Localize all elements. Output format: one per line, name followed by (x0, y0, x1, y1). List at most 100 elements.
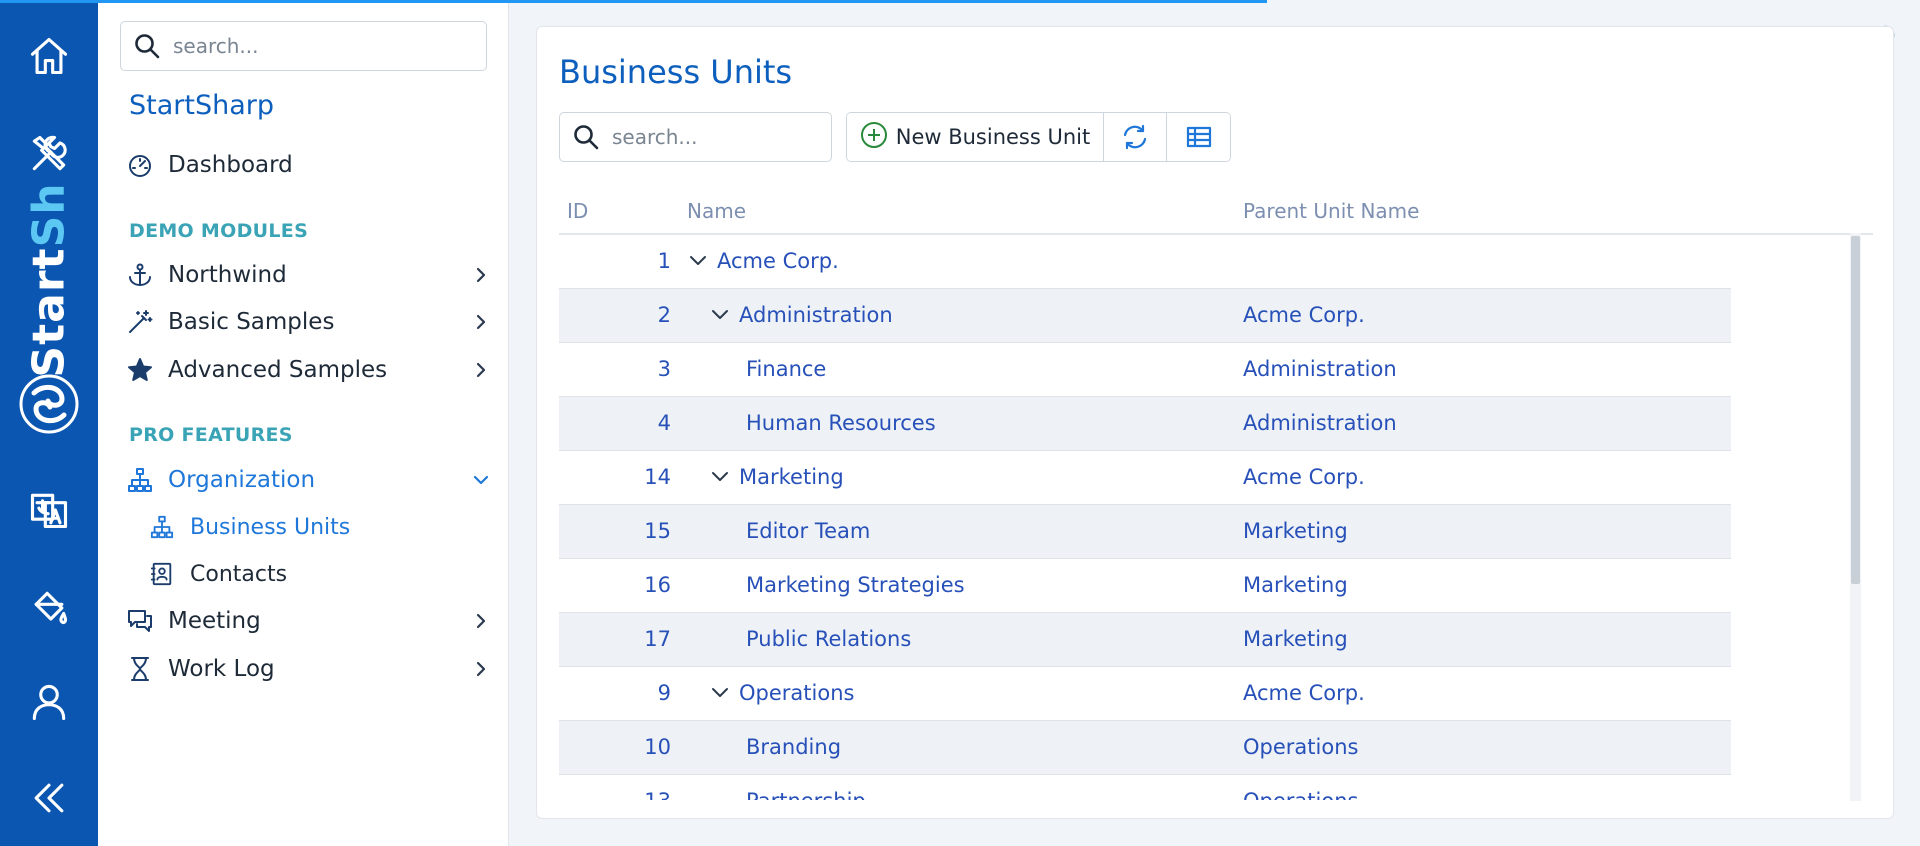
user-icon (32, 684, 66, 721)
tree-toggle-chevron-down-icon[interactable] (687, 249, 711, 273)
new-business-unit-button[interactable]: New Business Unit (847, 113, 1104, 161)
contact-card-icon (148, 560, 176, 588)
cell-parent-unit-name: Acme Corp. (1243, 303, 1365, 327)
cell-name: Marketing Strategies (746, 573, 965, 597)
sidebar-title[interactable]: StartSharp (129, 90, 274, 121)
cell-name: Human Resources (746, 411, 936, 435)
sidebar-item-label: Dashboard (168, 152, 293, 178)
section-header-pro-features: PRO FEATURES (129, 424, 293, 446)
sidebar-item-label: Northwind (168, 262, 287, 288)
cell-parent-unit-name: Operations (1243, 735, 1359, 759)
table-row[interactable]: 15 Editor Team Marketing (559, 505, 1731, 559)
table-row[interactable]: 16 Marketing Strategies Marketing (559, 559, 1731, 613)
cell-name-link[interactable]: Finance (746, 357, 826, 381)
table-row[interactable]: 10 Branding Operations (559, 721, 1731, 775)
grid-search-input[interactable] (612, 125, 812, 149)
table-row[interactable]: 4 Human Resources Administration (559, 397, 1731, 451)
table-row[interactable]: 2 Administration Acme Corp. (559, 289, 1731, 343)
cell-parent-unit-name: Marketing (1243, 573, 1348, 597)
sidebar-item-label: Basic Samples (168, 309, 335, 335)
home-button[interactable] (19, 26, 79, 86)
cell-id: 15 (644, 519, 671, 543)
dashboard-gauge-icon (126, 151, 154, 179)
sidebar-item-label: Contacts (190, 561, 288, 587)
sidebar-item-business-units[interactable]: Business Units (148, 508, 478, 546)
sitemap-icon (126, 466, 154, 494)
table-row[interactable]: 13 Partnership Operations (559, 775, 1731, 800)
table-row[interactable]: 14 Marketing Acme Corp. (559, 451, 1731, 505)
cell-name: Acme Corp. (687, 249, 839, 273)
tree-toggle-chevron-down-icon[interactable] (709, 465, 733, 489)
table-row[interactable]: 1 Acme Corp. (559, 235, 1731, 289)
refresh-button[interactable] (1104, 113, 1167, 161)
sidebar-item-meeting[interactable]: Meeting (126, 601, 491, 641)
cell-name-link[interactable]: Marketing Strategies (746, 573, 965, 597)
cell-id: 4 (657, 411, 671, 435)
cell-name-link[interactable]: Human Resources (746, 411, 936, 435)
grid-search[interactable] (559, 112, 832, 162)
sidebar-item-basic-samples[interactable]: Basic Samples (126, 302, 491, 342)
cell-parent-unit-name: Marketing (1243, 519, 1348, 543)
cell-name-link[interactable]: Operations (739, 681, 854, 705)
grid-body: 1 Acme Corp. 2 Administration Acme Corp. 3 Fin… (559, 235, 1873, 800)
cell-id: 9 (657, 681, 671, 705)
cell-name-link[interactable]: Acme Corp. (717, 249, 839, 273)
sidebar-search-input[interactable] (173, 34, 473, 58)
tree-toggle-chevron-down-icon[interactable] (709, 303, 733, 327)
sidebar-item-northwind[interactable]: Northwind (126, 255, 491, 295)
anchor-icon (126, 261, 154, 289)
table-row[interactable]: 9 Operations Acme Corp. (559, 667, 1731, 721)
sidebar-item-work-log[interactable]: Work Log (126, 649, 491, 689)
search-icon (133, 32, 161, 60)
cell-name: Finance (746, 357, 826, 381)
translate-icon (30, 493, 68, 529)
search-icon (572, 123, 600, 151)
sidebar-item-advanced-samples[interactable]: Advanced Samples (126, 350, 491, 390)
sidebar-item-dashboard[interactable]: Dashboard (126, 145, 491, 185)
cell-name: Marketing (709, 465, 844, 489)
grid-scrollbar[interactable] (1850, 233, 1861, 801)
section-header-demo-modules: DEMO MODULES (129, 220, 309, 242)
collapse-sidebar-button[interactable] (19, 768, 79, 828)
sidebar: StartSharp Dashboard DEMO MODULES Northw… (98, 0, 509, 846)
star-icon (126, 356, 154, 384)
tree-toggle-chevron-down-icon[interactable] (709, 681, 733, 705)
cell-parent-unit-name: Administration (1243, 357, 1397, 381)
translations-button[interactable] (19, 480, 79, 540)
table-row[interactable]: 17 Public Relations Marketing (559, 613, 1731, 667)
user-profile-button[interactable] (19, 672, 79, 732)
administration-tools-button[interactable] (19, 124, 79, 184)
column-header-id[interactable]: ID (567, 199, 588, 223)
main-panel: Business Units New Business Unit ID Name… (536, 26, 1894, 819)
cell-name-link[interactable]: Editor Team (746, 519, 870, 543)
sidebar-item-contacts[interactable]: Contacts (148, 555, 478, 593)
cell-id: 3 (657, 357, 671, 381)
column-picker-button[interactable] (1167, 113, 1230, 161)
sidebar-item-label: Business Units (190, 514, 351, 540)
page-title: Business Units (559, 53, 793, 91)
column-header-name[interactable]: Name (687, 199, 746, 223)
cell-name: Partnership (746, 789, 866, 800)
sidebar-item-label: Work Log (168, 656, 275, 682)
cell-name-link[interactable]: Partnership (746, 789, 866, 800)
cell-name-link[interactable]: Administration (739, 303, 893, 327)
magic-wand-icon (126, 308, 154, 336)
table-row[interactable]: 3 Finance Administration (559, 343, 1731, 397)
sidebar-search[interactable] (120, 21, 487, 71)
sidebar-item-label: Meeting (168, 608, 261, 634)
theme-button[interactable] (19, 578, 79, 638)
sidebar-item-organization[interactable]: Organization (126, 460, 491, 500)
page-progress-bar (0, 0, 1920, 3)
cell-name-link[interactable]: Public Relations (746, 627, 911, 651)
cell-id: 17 (644, 627, 671, 651)
sidebar-item-label: Organization (168, 467, 316, 493)
grid-toolbar: New Business Unit (846, 112, 1231, 162)
cell-parent-unit-name: Acme Corp. (1243, 681, 1365, 705)
cell-name-link[interactable]: Branding (746, 735, 841, 759)
cell-parent-unit-name: Operations (1243, 789, 1358, 800)
grid-scrollbar-thumb[interactable] (1851, 236, 1860, 584)
column-header-parent-unit-name[interactable]: Parent Unit Name (1243, 199, 1419, 223)
cell-name: Branding (746, 735, 841, 759)
cell-id: 16 (644, 573, 671, 597)
cell-name-link[interactable]: Marketing (739, 465, 844, 489)
